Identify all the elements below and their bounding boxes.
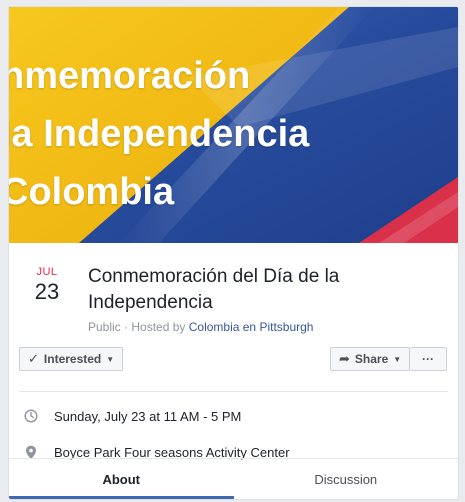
share-arrow-icon: ➦ (339, 351, 350, 366)
tab-about[interactable]: About (9, 459, 234, 499)
chevron-down-icon: ▼ (393, 354, 402, 364)
event-card: nmemoración la Independencia Colombia JU… (8, 6, 459, 500)
event-tabs: About Discussion (9, 458, 458, 499)
cover-line: nmemoración (9, 55, 251, 97)
event-month: JUL (36, 266, 58, 278)
share-label: Share (354, 352, 389, 366)
event-meta: Public · Hosted by Colombia en Pittsburg… (88, 320, 313, 334)
cover-line: Colombia (9, 171, 175, 213)
hosted-by-label: · Hosted by (124, 320, 186, 334)
event-day: 23 (34, 279, 60, 304)
tab-discussion-label: Discussion (314, 471, 378, 487)
privacy-label: Public (88, 320, 121, 334)
interested-button[interactable]: ✓ Interested ▼ (19, 347, 123, 371)
event-datetime-row[interactable]: Sunday, July 23 at 11 AM - 5 PM (9, 398, 458, 434)
tab-discussion[interactable]: Discussion (234, 459, 459, 499)
checkmark-icon: ✓ (28, 351, 39, 366)
event-date-badge: JUL 23 (17, 266, 77, 305)
more-options-button[interactable]: ··· (410, 347, 447, 371)
share-button[interactable]: ➦ Share ▼ (330, 347, 410, 371)
cover-title-text: nmemoración la Independencia Colombia (9, 47, 309, 221)
tab-about-label: About (102, 471, 141, 487)
event-header: JUL 23 Conmemoración del Día de la Indep… (9, 243, 458, 343)
cover-line: la Independencia (9, 113, 310, 155)
host-link[interactable]: Colombia en Pittsburgh (189, 320, 314, 334)
interested-label: Interested (43, 352, 102, 366)
chevron-down-icon: ▼ (106, 354, 115, 364)
event-title: Conmemoración del Día de la Independenci… (88, 266, 340, 313)
clock-icon (19, 409, 43, 423)
cover-photo[interactable]: nmemoración la Independencia Colombia (9, 7, 458, 243)
divider (19, 391, 448, 392)
action-bar: ✓ Interested ▼ ➦ Share ▼ ··· (9, 343, 458, 391)
event-datetime: Sunday, July 23 at 11 AM - 5 PM (54, 408, 242, 424)
more-icon: ··· (422, 352, 434, 366)
